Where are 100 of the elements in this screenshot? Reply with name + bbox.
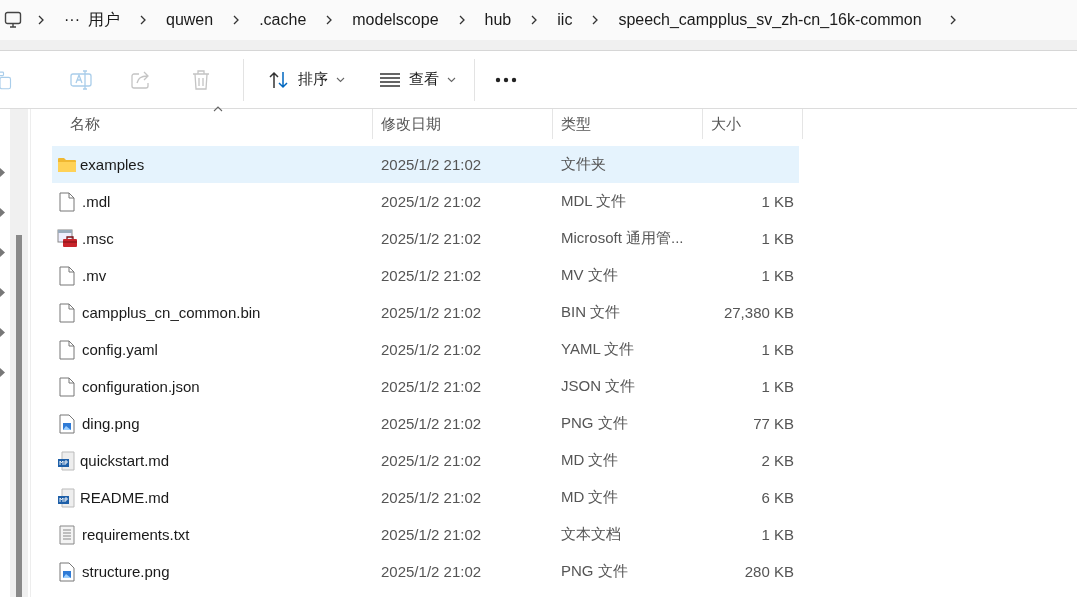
- file-icon: [59, 191, 75, 212]
- file-row[interactable]: examples 2025/1/2 21:02 文件夹: [52, 146, 799, 183]
- file-name: structure.png: [82, 563, 170, 580]
- expand-icon[interactable]: [0, 288, 5, 297]
- file-row[interactable]: README.md 2025/1/2 21:02 MD 文件 6 KB: [52, 479, 799, 516]
- file-row[interactable]: configuration.json 2025/1/2 21:02 JSON 文件 1 KB: [52, 368, 799, 405]
- file-name: configuration.json: [82, 378, 200, 395]
- sort-button[interactable]: 排序: [262, 62, 351, 97]
- modified-date: 2025/1/2 21:02: [381, 156, 482, 173]
- markdown-file-icon: [57, 450, 75, 471]
- file-name: requirements.txt: [82, 526, 190, 543]
- file-type: BIN 文件: [561, 303, 621, 320]
- expand-icon[interactable]: [0, 368, 5, 377]
- file-name: campplus_cn_common.bin: [82, 304, 261, 321]
- folder-icon: [57, 155, 77, 174]
- column-header[interactable]: 大小: [703, 109, 803, 139]
- expand-icon[interactable]: [0, 208, 5, 217]
- file-size: 1 KB: [761, 193, 794, 210]
- image-file-icon: [59, 413, 75, 434]
- file-row[interactable]: .mv 2025/1/2 21:02 MV 文件 1 KB: [52, 257, 799, 294]
- caret-icon: [447, 76, 456, 83]
- file-type: MV 文件: [561, 266, 618, 283]
- path-segment[interactable]: iic: [553, 11, 577, 29]
- file-name: quickstart.md: [80, 452, 170, 469]
- path-segment[interactable]: hub: [480, 11, 516, 29]
- modified-date: 2025/1/2 21:02: [381, 452, 482, 469]
- file-size: 27,380 KB: [723, 304, 794, 321]
- expand-icon[interactable]: [0, 248, 5, 257]
- file-size: 280 KB: [744, 563, 794, 580]
- markdown-file-icon: [57, 487, 75, 508]
- file-size: 2 KB: [761, 452, 794, 469]
- modified-date: 2025/1/2 21:02: [381, 489, 482, 506]
- modified-date: 2025/1/2 21:02: [381, 304, 482, 321]
- modified-date: 2025/1/2 21:02: [381, 415, 482, 432]
- file-row[interactable]: .mdl 2025/1/2 21:02 MDL 文件 1 KB: [52, 183, 799, 220]
- file-row[interactable]: ding.png 2025/1/2 21:02 PNG 文件 77 KB: [52, 405, 799, 442]
- file-size: 1 KB: [761, 341, 794, 358]
- sort-icon: [268, 70, 290, 89]
- path-segment[interactable]: quwen: [162, 11, 218, 29]
- toolbox-icon: [57, 228, 79, 249]
- file-name: ding.png: [82, 415, 140, 432]
- path-segment[interactable]: 用户: [84, 9, 124, 31]
- file-type: MD 文件: [561, 451, 619, 468]
- file-name: .mdl: [82, 193, 111, 210]
- modified-date: 2025/1/2 21:02: [381, 193, 482, 210]
- delete-icon: [191, 68, 211, 91]
- file-type: MDL 文件: [561, 192, 627, 209]
- file-row[interactable]: .msc 2025/1/2 21:02 Microsoft 通用管... 1 KB: [52, 220, 799, 257]
- modified-date: 2025/1/2 21:02: [381, 230, 482, 247]
- file-icon: [59, 265, 75, 286]
- file-type: PNG 文件: [561, 414, 628, 431]
- list-icon: [379, 71, 401, 88]
- view-button[interactable]: 查看: [373, 62, 462, 97]
- file-type: 文件夹: [561, 155, 606, 172]
- chevron-icon[interactable]: [138, 13, 148, 27]
- modified-date: 2025/1/2 21:02: [381, 378, 482, 395]
- chevron-icon[interactable]: [36, 13, 46, 27]
- column-header[interactable]: 修改日期: [373, 109, 553, 139]
- rename-icon: [70, 68, 92, 91]
- file-name: examples: [80, 156, 145, 173]
- file-row[interactable]: config.yaml 2025/1/2 21:02 YAML 文件 1 KB: [52, 331, 799, 368]
- file-size: 77 KB: [753, 415, 794, 432]
- file-size: 1 KB: [761, 230, 794, 247]
- copy-icon: [0, 68, 14, 91]
- file-row[interactable]: quickstart.md 2025/1/2 21:02 MD 文件 2 KB: [52, 442, 799, 479]
- file-type: PNG 文件: [561, 562, 628, 579]
- file-size: 1 KB: [761, 526, 794, 543]
- path-segment[interactable]: speech_campplus_sv_zh-cn_16k-common: [614, 11, 926, 29]
- path-segment[interactable]: .cache: [255, 11, 311, 29]
- file-name: .msc: [82, 230, 114, 247]
- file-size: 6 KB: [761, 489, 794, 506]
- file-type: JSON 文件: [561, 377, 636, 394]
- modified-date: 2025/1/2 21:02: [381, 267, 482, 284]
- file-name: .mv: [82, 267, 107, 284]
- file-row[interactable]: requirements.txt 2025/1/2 21:02 文本文档 1 KB: [52, 516, 799, 553]
- scrollbar-thumb[interactable]: [16, 235, 22, 597]
- column-header[interactable]: 名称: [52, 109, 373, 139]
- text-file-icon: [59, 524, 75, 545]
- file-name: README.md: [80, 489, 170, 506]
- image-file-icon: [59, 561, 75, 582]
- file-type: Microsoft 通用管...: [561, 229, 684, 246]
- file-icon: [59, 339, 75, 360]
- file-size: 1 KB: [761, 267, 794, 284]
- path-segment[interactable]: modelscope: [348, 11, 443, 29]
- file-row[interactable]: campplus_cn_common.bin 2025/1/2 21:02 BIN 文件 27,380 KB: [52, 294, 799, 331]
- file-row[interactable]: structure.png 2025/1/2 21:02 PNG 文件 280 KB: [52, 553, 799, 590]
- computer-icon[interactable]: [4, 11, 22, 29]
- expand-icon[interactable]: [0, 168, 5, 177]
- file-name: config.yaml: [82, 341, 158, 358]
- file-type: YAML 文件: [561, 340, 635, 357]
- expand-icon[interactable]: [0, 328, 5, 337]
- caret-icon: [336, 76, 345, 83]
- file-icon: [59, 302, 75, 323]
- file-type: MD 文件: [561, 488, 619, 505]
- modified-date: 2025/1/2 21:02: [381, 563, 482, 580]
- file-type: 文本文档: [561, 525, 621, 542]
- overflow-menu[interactable]: ···: [60, 11, 84, 29]
- modified-date: 2025/1/2 21:02: [381, 526, 482, 543]
- column-header[interactable]: 类型: [553, 109, 703, 139]
- file-size: 1 KB: [761, 378, 794, 395]
